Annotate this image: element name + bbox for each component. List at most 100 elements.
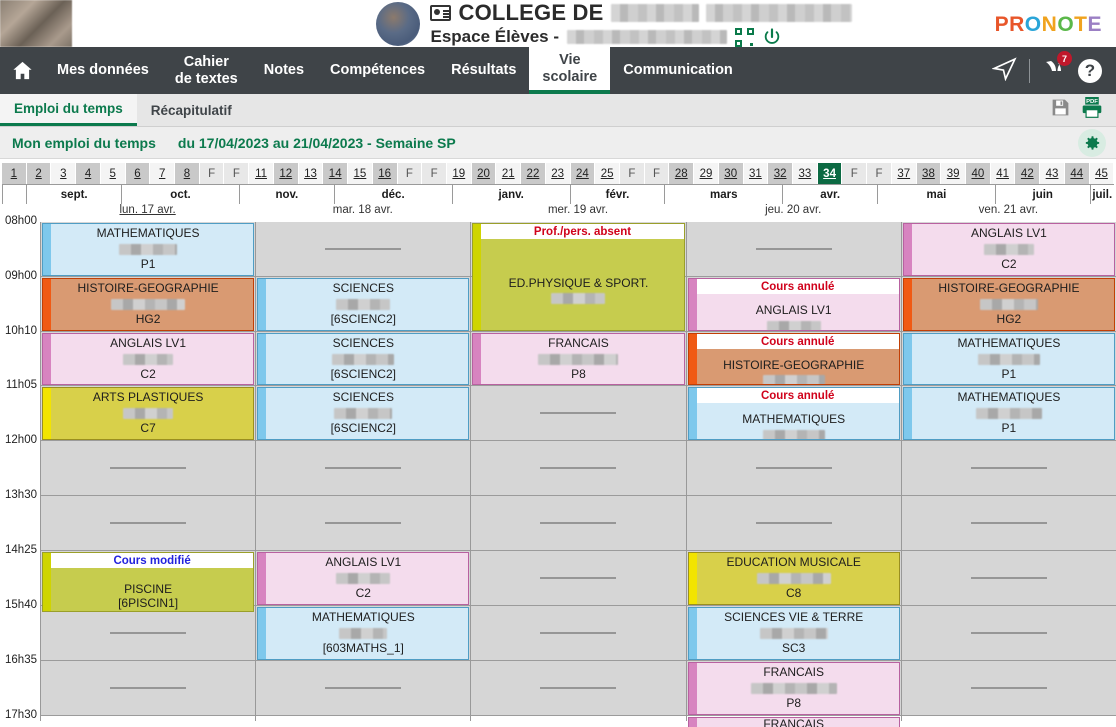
course-block[interactable]: ARTS PLASTIQUES C7	[42, 387, 255, 440]
day-column-2: Prof./pers. absent ED.PHYSIQUE & SPORT. FR…	[471, 222, 687, 721]
week-cell-8-7[interactable]: 8	[175, 163, 200, 184]
week-label: 24	[575, 167, 589, 180]
empty-slot	[41, 661, 256, 716]
time-axis: 08h00 09h00 10h10 11h05 12h00 13h30 14h25 15h40…	[0, 215, 40, 721]
course-block[interactable]: EDUCATION MUSICALE C8	[687, 552, 900, 605]
tab-emploi-du-temps[interactable]: Emploi du temps	[0, 94, 137, 126]
week-cell-3-2[interactable]: 3	[51, 163, 77, 184]
week-cell-14-13[interactable]: 14	[323, 163, 349, 184]
week-cell-16-15[interactable]: 16	[372, 163, 398, 184]
week-cell-43-42[interactable]: 43	[1040, 163, 1065, 184]
week-cell-37-36[interactable]: 37	[891, 163, 917, 184]
home-icon[interactable]	[0, 47, 44, 94]
week-cell-40-39[interactable]: 40	[966, 163, 991, 184]
week-cell-29-28[interactable]: 29	[694, 163, 719, 184]
qr-code-icon[interactable]	[735, 27, 755, 47]
nav-item-communication[interactable]: Communication	[610, 47, 746, 94]
week-cell-39-38[interactable]: 39	[941, 163, 967, 184]
paper-plane-icon[interactable]	[991, 56, 1017, 86]
space-label: Espace Élèves -	[430, 27, 560, 47]
pdf-print-icon[interactable]: PDF	[1080, 96, 1104, 124]
week-cell-19-18[interactable]: 19	[446, 163, 472, 184]
course-block[interactable]: MATHEMATIQUES P1	[42, 223, 255, 276]
nav-label: Communication	[623, 62, 733, 79]
school-name-row: COLLEGE DE	[430, 0, 852, 25]
week-cell-23-22[interactable]: 23	[545, 163, 571, 184]
course-block[interactable]: Cours annulé ANGLAIS LV1	[687, 278, 900, 331]
course-block[interactable]: ANGLAIS LV1 C2	[257, 552, 470, 605]
week-cell-13-12[interactable]: 13	[298, 163, 324, 184]
week-cell-7-6[interactable]: 7	[150, 163, 176, 184]
week-label: 6	[134, 167, 141, 180]
bell-icon[interactable]: 7	[1042, 51, 1072, 85]
week-cell-31-30[interactable]: 31	[743, 163, 769, 184]
course-block[interactable]: SCIENCES VIE & TERRE SC3	[687, 607, 900, 660]
course-block[interactable]: SCIENCES [6SCIENC2]	[257, 387, 470, 440]
week-cell-45-44[interactable]: 45	[1089, 163, 1115, 184]
course-body: ANGLAIS LV1 C2	[258, 553, 468, 604]
course-block[interactable]: Cours annulé HISTOIRE-GEOGRAPHIE	[687, 333, 900, 385]
week-cell-22-21[interactable]: 22	[521, 163, 546, 184]
course-block[interactable]: HISTOIRE-GEOGRAPHIE HG2	[902, 278, 1115, 331]
week-cell-6-5[interactable]: 6	[125, 163, 151, 184]
course-block[interactable]: FRANCAISP8	[472, 333, 685, 385]
course-body: SCIENCES [6SCIENC2]	[258, 334, 468, 384]
week-label: 20	[477, 167, 490, 180]
week-cell-41-40[interactable]: 41	[990, 163, 1016, 184]
course-block[interactable]: SCIENCES [6SCIENC2]	[257, 333, 470, 385]
week-cell-28-27[interactable]: 28	[669, 163, 695, 184]
nav-item-mes-donnees[interactable]: Mes données	[44, 47, 162, 94]
course-block[interactable]: FRANCAISP8	[687, 717, 900, 727]
course-body: PISCINE [6PISCIN1]	[43, 568, 253, 611]
course-accent-bar	[688, 718, 697, 727]
course-block[interactable]: FRANCAISP8	[687, 662, 900, 715]
course-room: P1	[1001, 366, 1017, 381]
power-icon[interactable]	[762, 27, 782, 47]
course-body: MATHEMATIQUES P1	[904, 388, 1114, 439]
nav-item-competences[interactable]: Compétences	[317, 47, 438, 94]
week-cell-1-0[interactable]: 1	[2, 163, 27, 184]
course-block[interactable]: SCIENCES [6SCIENC2]	[257, 278, 470, 331]
user-avatar[interactable]	[376, 1, 421, 46]
course-block[interactable]: MATHEMATIQUES P1	[902, 387, 1115, 440]
course-body: ANGLAIS LV1	[689, 289, 899, 330]
floppy-disk-icon[interactable]	[1050, 97, 1071, 123]
course-block[interactable]: Prof./pers. absent ED.PHYSIQUE & SPORT.	[472, 223, 685, 331]
course-block[interactable]: Cours modifié PISCINE [6PISCIN1]	[42, 552, 255, 612]
gear-icon[interactable]	[1078, 129, 1106, 157]
week-cell-2-1[interactable]: 2	[26, 163, 52, 184]
week-cell-5-4[interactable]: 5	[100, 163, 126, 184]
course-block[interactable]: Cours annulé MATHEMATIQUES	[687, 387, 900, 440]
course-block[interactable]: MATHEMATIQUES [603MATHS_1]	[257, 607, 470, 660]
week-cell-4-3[interactable]: 4	[76, 163, 101, 184]
week-cell-44-43[interactable]: 44	[1064, 163, 1090, 184]
nav-item-vie-scolaire[interactable]: Vie scolaire	[529, 47, 611, 94]
week-cell-15-14[interactable]: 15	[348, 163, 373, 184]
course-block[interactable]: ANGLAIS LV1 C2	[42, 333, 255, 385]
week-cell-33-32[interactable]: 33	[793, 163, 818, 184]
week-label: 1	[10, 167, 18, 180]
course-block[interactable]: ANGLAIS LV1 C2	[902, 223, 1115, 276]
week-cell-12-11[interactable]: 12	[273, 163, 299, 184]
nav-item-notes[interactable]: Notes	[251, 47, 317, 94]
week-cell-42-41[interactable]: 42	[1015, 163, 1041, 184]
course-block[interactable]: HISTOIRE-GEOGRAPHIE HG2	[42, 278, 255, 331]
nav-divider	[1029, 58, 1030, 83]
week-cell-21-20[interactable]: 21	[496, 163, 522, 184]
week-label: 34	[823, 167, 836, 180]
course-block[interactable]: MATHEMATIQUES P1	[902, 333, 1115, 385]
week-cell-11-10[interactable]: 11	[249, 163, 274, 184]
week-cell-30-29[interactable]: 30	[718, 163, 744, 184]
nav-item-resultats[interactable]: Résultats	[438, 47, 529, 94]
course-body: HISTOIRE-GEOGRAPHIE HG2	[43, 279, 253, 330]
week-cell-32-31[interactable]: 32	[768, 163, 793, 184]
course-subject: ANGLAIS LV1	[110, 335, 186, 350]
week-cell-38-37[interactable]: 38	[916, 163, 942, 184]
week-cell-20-19[interactable]: 20	[471, 163, 497, 184]
help-icon[interactable]: ?	[1078, 58, 1102, 83]
week-cell-25-24[interactable]: 25	[595, 163, 620, 184]
week-cell-34-33[interactable]: 34	[817, 163, 843, 184]
week-cell-24-23[interactable]: 24	[570, 163, 596, 184]
tab-recapitulatif[interactable]: Récapitulatif	[137, 94, 246, 126]
nav-item-cahier-de-textes[interactable]: Cahier de textes	[162, 47, 251, 94]
